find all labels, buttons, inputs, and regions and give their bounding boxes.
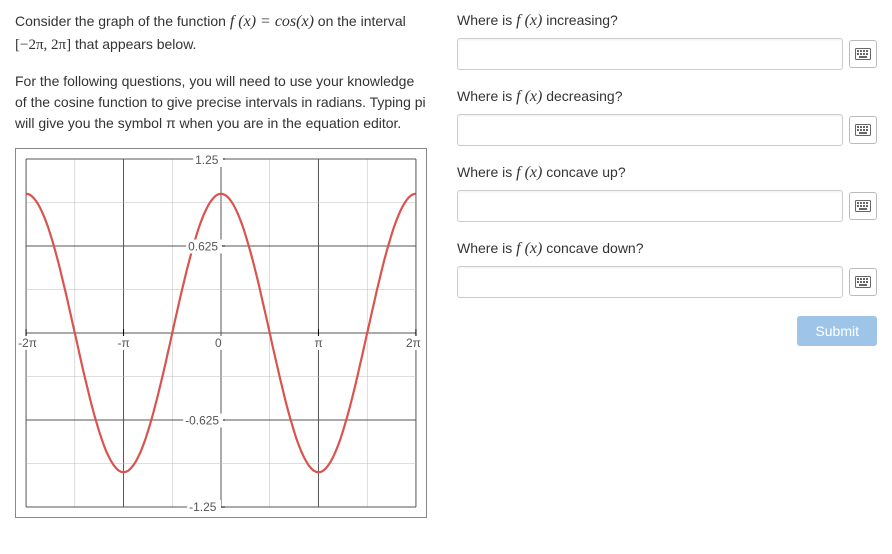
intro-text: that appears below. bbox=[71, 36, 196, 52]
answer-input-concave-up[interactable] bbox=[457, 190, 843, 222]
y-tick-label: 1.25 bbox=[195, 152, 219, 166]
keyboard-icon bbox=[855, 276, 871, 288]
function-expr: f (x) = cos(x) bbox=[230, 13, 314, 30]
question-concave-up: Where is f (x) concave up? bbox=[457, 164, 877, 222]
question-decreasing: Where is f (x) decreasing? bbox=[457, 88, 877, 146]
submit-button[interactable]: Submit bbox=[797, 316, 877, 346]
question-label: Where is f (x) concave up? bbox=[457, 164, 877, 182]
keyboard-icon bbox=[855, 48, 871, 60]
y-tick-label: 0.625 bbox=[188, 239, 218, 253]
answer-input-concave-down[interactable] bbox=[457, 266, 843, 298]
answer-input-increasing[interactable] bbox=[457, 38, 843, 70]
equation-editor-button[interactable] bbox=[849, 116, 877, 144]
equation-editor-button[interactable] bbox=[849, 192, 877, 220]
equation-editor-button[interactable] bbox=[849, 268, 877, 296]
x-tick-label: -π bbox=[118, 335, 130, 349]
equation-editor-button[interactable] bbox=[849, 40, 877, 68]
x-tick-label: π bbox=[314, 335, 322, 349]
intro-paragraph-1: Consider the graph of the function f (x)… bbox=[15, 10, 427, 57]
x-tick-label: 2π bbox=[406, 335, 421, 349]
intro-paragraph-2: For the following questions, you will ne… bbox=[15, 71, 427, 134]
graph-plot: 1.25 0.625 0 -0.625 -1.25 -2π -π π bbox=[15, 148, 427, 518]
x-tick-label: -2π bbox=[18, 335, 37, 349]
interval-expr: [−2π, 2π] bbox=[15, 37, 71, 53]
keyboard-icon bbox=[855, 200, 871, 212]
answer-input-decreasing[interactable] bbox=[457, 114, 843, 146]
intro-text: on the interval bbox=[314, 13, 406, 29]
question-label: Where is f (x) concave down? bbox=[457, 240, 877, 258]
y-tick-label: -1.25 bbox=[189, 500, 217, 514]
intro-text: Consider the graph of the function bbox=[15, 13, 230, 29]
question-increasing: Where is f (x) increasing? bbox=[457, 12, 877, 70]
y-tick-label: 0 bbox=[215, 335, 222, 349]
question-label: Where is f (x) increasing? bbox=[457, 12, 877, 30]
y-tick-label: -0.625 bbox=[185, 413, 219, 427]
keyboard-icon bbox=[855, 124, 871, 136]
question-concave-down: Where is f (x) concave down? bbox=[457, 240, 877, 298]
cosine-graph-svg: 1.25 0.625 0 -0.625 -1.25 -2π -π π bbox=[16, 149, 426, 517]
question-label: Where is f (x) decreasing? bbox=[457, 88, 877, 106]
